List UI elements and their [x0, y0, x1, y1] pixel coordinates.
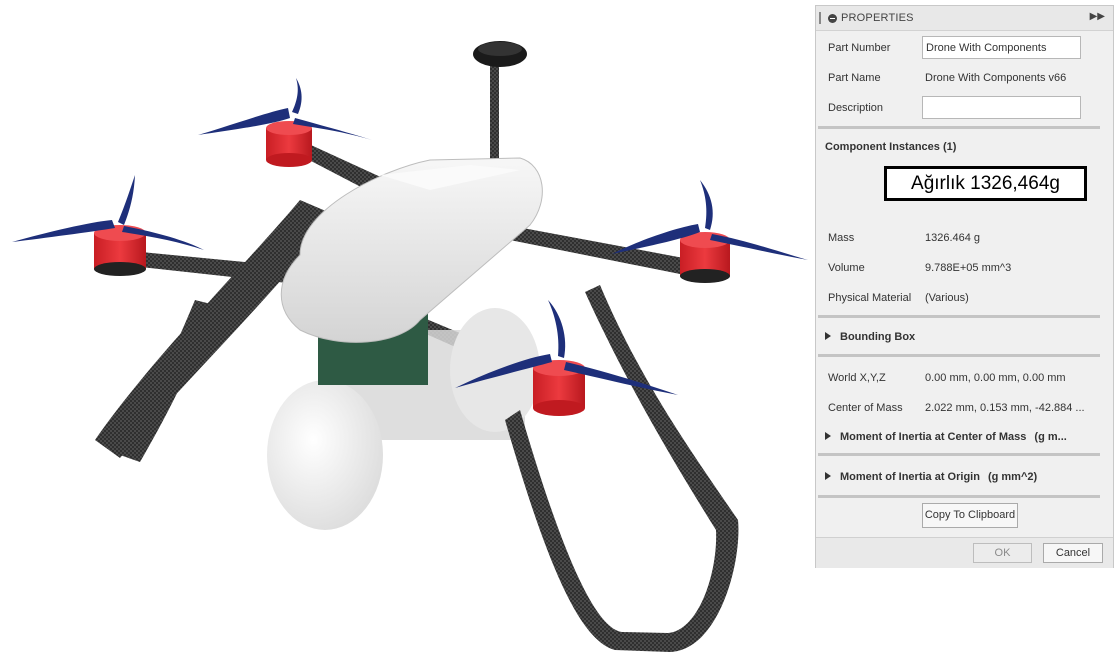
- mass-annotation-callout: Ağırlık 1326,464g: [884, 166, 1087, 201]
- panel-title: PROPERTIES: [841, 12, 914, 24]
- material-row: Physical Material (Various): [816, 283, 1113, 313]
- drag-handle-icon[interactable]: [819, 12, 821, 24]
- mass-value: 1326.464 g: [925, 232, 981, 244]
- moi-origin-label: Moment of Inertia at Origin: [840, 471, 980, 483]
- separator: [818, 495, 1100, 498]
- part-number-row: Part Number Drone With Components: [816, 33, 1113, 63]
- expand-arrows-icon[interactable]: ▶▶: [1090, 11, 1105, 22]
- center-of-mass-label: Center of Mass: [828, 402, 903, 414]
- description-row: Description: [816, 93, 1113, 123]
- separator: [818, 453, 1100, 456]
- volume-row: Volume 9.788E+05 mm^3: [816, 253, 1113, 283]
- center-of-mass-value: 2.022 mm, 0.153 mm, -42.884 ...: [925, 402, 1085, 414]
- world-xyz-value: 0.00 mm, 0.00 mm, 0.00 mm: [925, 372, 1066, 384]
- properties-panel: PROPERTIES ▶▶ Part Number Drone With Com…: [815, 5, 1114, 568]
- expand-triangle-icon[interactable]: [825, 332, 831, 340]
- world-xyz-label: World X,Y,Z: [828, 372, 886, 384]
- bounding-box-header[interactable]: Bounding Box: [825, 331, 915, 343]
- description-input[interactable]: [922, 96, 1081, 119]
- mass-label: Mass: [828, 232, 855, 244]
- properties-titlebar[interactable]: PROPERTIES ▶▶: [816, 6, 1113, 31]
- ok-button[interactable]: OK: [973, 543, 1032, 563]
- mass-row: Mass 1326.464 g: [816, 223, 1113, 253]
- moi-origin-header[interactable]: Moment of Inertia at Origin (g mm^2): [825, 471, 1037, 483]
- volume-value: 9.788E+05 mm^3: [925, 262, 1012, 274]
- material-label: Physical Material: [828, 292, 912, 304]
- moi-origin-unit: (g mm^2): [987, 471, 1038, 483]
- panel-footer: OK Cancel: [816, 537, 1113, 568]
- part-number-label: Part Number: [828, 42, 891, 54]
- volume-label: Volume: [828, 262, 865, 274]
- separator: [818, 354, 1100, 357]
- description-label: Description: [828, 102, 884, 114]
- material-value: (Various): [925, 292, 969, 304]
- moi-center-label: Moment of Inertia at Center of Mass: [840, 431, 1027, 443]
- moi-center-unit: (g m...: [1034, 431, 1067, 443]
- expand-triangle-icon[interactable]: [825, 472, 831, 480]
- part-name-label: Part Name: [828, 72, 881, 84]
- cancel-button[interactable]: Cancel: [1043, 543, 1103, 563]
- part-number-input[interactable]: Drone With Components: [922, 36, 1081, 59]
- separator: [818, 126, 1100, 129]
- part-name-row: Part Name Drone With Components v66: [816, 63, 1113, 93]
- separator: [818, 315, 1100, 318]
- center-of-mass-row: Center of Mass 2.022 mm, 0.153 mm, -42.8…: [816, 393, 1113, 423]
- world-xyz-row: World X,Y,Z 0.00 mm, 0.00 mm, 0.00 mm: [816, 363, 1113, 393]
- expand-triangle-icon[interactable]: [825, 432, 831, 440]
- collapse-icon[interactable]: [828, 14, 837, 23]
- part-name-value: Drone With Components v66: [925, 72, 1067, 84]
- component-instances-header[interactable]: Component Instances (1): [825, 141, 956, 153]
- bounding-box-label: Bounding Box: [840, 331, 916, 343]
- moi-center-header[interactable]: Moment of Inertia at Center of Mass (g m.…: [825, 431, 1067, 443]
- copy-to-clipboard-button[interactable]: Copy To Clipboard: [922, 503, 1018, 528]
